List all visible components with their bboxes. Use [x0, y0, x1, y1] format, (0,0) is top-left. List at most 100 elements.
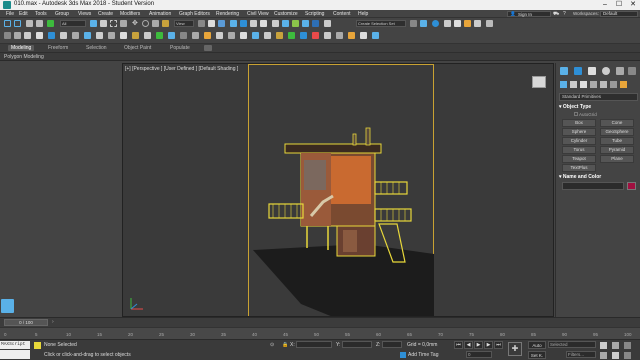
menu-create[interactable]: Create: [98, 11, 113, 17]
material-editor-icon[interactable]: [432, 20, 439, 27]
window-crossing-icon[interactable]: [120, 20, 127, 27]
menu-civil-view[interactable]: Civil View: [247, 11, 269, 17]
extra-tool-3-icon[interactable]: [228, 32, 235, 39]
perspective-viewport[interactable]: [+] [Perspective ] [User Defined ] [Defa…: [122, 63, 554, 317]
primitive-type-dropdown[interactable]: Standard Primitives: [559, 93, 638, 101]
y-coordinate-field[interactable]: [342, 341, 372, 348]
render-production-icon[interactable]: [464, 20, 471, 27]
plane-button[interactable]: Plane: [600, 155, 634, 163]
tab-object-paint[interactable]: Object Paint: [124, 45, 151, 51]
extra-tool-9-icon[interactable]: [300, 32, 307, 39]
house-model[interactable]: [123, 64, 554, 317]
tab-populate[interactable]: Populate: [170, 45, 190, 51]
selection-set-dropdown[interactable]: Create Selection Set: [356, 20, 406, 27]
render-in-cloud-icon[interactable]: [474, 20, 481, 27]
sphere-button[interactable]: Sphere: [562, 128, 596, 136]
extra-tool-11-icon[interactable]: [324, 32, 331, 39]
close-button[interactable]: ✕: [626, 0, 640, 10]
add-time-tag-button[interactable]: Add Time Tag: [408, 352, 438, 358]
select-manipulate-icon[interactable]: [208, 20, 215, 27]
field-of-view-icon[interactable]: [600, 352, 607, 359]
extra-tool-15-icon[interactable]: [372, 32, 379, 39]
render-setup-icon[interactable]: [444, 20, 451, 27]
rectangular-selection-icon[interactable]: [110, 20, 117, 27]
geosphere-button[interactable]: GeoSphere: [600, 128, 634, 136]
freeform-icon[interactable]: [108, 32, 115, 39]
viewcube[interactable]: [532, 76, 546, 88]
camera-icon[interactable]: [48, 32, 55, 39]
orbit-icon[interactable]: [624, 352, 631, 359]
extra-tool-5-icon[interactable]: [252, 32, 259, 39]
cylinder-snap-icon[interactable]: [24, 32, 31, 39]
extra-tool-icon[interactable]: [192, 32, 199, 39]
menu-views[interactable]: Views: [78, 11, 91, 17]
extra-tool-7-icon[interactable]: [276, 32, 283, 39]
torus-button[interactable]: Torus: [562, 146, 596, 154]
viewport-layout-icon[interactable]: [1, 299, 14, 313]
scale-icon[interactable]: [152, 20, 159, 27]
place-icon[interactable]: [162, 20, 169, 27]
menu-animation[interactable]: Animation: [149, 11, 171, 17]
object-name-field[interactable]: [562, 182, 624, 190]
tube-button[interactable]: Tube: [600, 137, 634, 145]
teapot-button[interactable]: Teapot: [562, 155, 596, 163]
mesh-icon[interactable]: [4, 32, 11, 39]
selection-filter-dropdown[interactable]: All: [60, 20, 86, 27]
polygon-modeling-label[interactable]: Polygon Modeling: [4, 54, 44, 60]
spinner-snap-icon[interactable]: [260, 20, 267, 27]
tab-selection[interactable]: Selection: [86, 45, 107, 51]
extra-tool-2-icon[interactable]: [216, 32, 223, 39]
light-icon[interactable]: [36, 32, 43, 39]
unlink-icon[interactable]: [36, 20, 43, 27]
extra-tool-13-icon[interactable]: [348, 32, 355, 39]
current-frame-field[interactable]: 0: [466, 351, 492, 358]
z-coordinate-field[interactable]: [382, 341, 402, 348]
next-frame-icon[interactable]: ›: [52, 319, 54, 325]
graphite-icon[interactable]: [96, 32, 103, 39]
modify-tab-icon[interactable]: [574, 67, 582, 75]
cart-icon[interactable]: ⛟: [553, 11, 559, 18]
select-link-icon[interactable]: [26, 20, 33, 27]
keyboard-shortcut-icon[interactable]: [218, 20, 225, 27]
crowd-icon[interactable]: [168, 32, 175, 39]
zoom-all-icon[interactable]: [612, 342, 619, 349]
select-by-name-icon[interactable]: [100, 20, 107, 27]
align-icon[interactable]: [292, 20, 299, 27]
lights-category-icon[interactable]: [580, 81, 587, 88]
extra-tool-14-icon[interactable]: [360, 32, 367, 39]
bind-space-warp-icon[interactable]: [47, 20, 54, 27]
object-color-swatch[interactable]: [627, 182, 636, 190]
create-tab-icon[interactable]: [560, 67, 568, 75]
menu-tools[interactable]: Tools: [35, 11, 47, 17]
workspace-dropdown[interactable]: Default: [600, 11, 638, 17]
menu-scripting[interactable]: Scripting: [305, 11, 324, 17]
plugin-icon[interactable]: [204, 32, 211, 39]
sign-in-dropdown[interactable]: 👤 Sign In: [507, 11, 551, 17]
utilities-tab-icon[interactable]: [628, 67, 636, 75]
minimize-button[interactable]: –: [598, 0, 612, 10]
extra-tool-8-icon[interactable]: [288, 32, 295, 39]
zoom-extents-icon[interactable]: [624, 342, 631, 349]
key-mode-icon[interactable]: ✚: [508, 342, 522, 356]
systems-icon[interactable]: [84, 32, 91, 39]
shapes-category-icon[interactable]: [570, 81, 577, 88]
ribbon-options-icon[interactable]: [204, 45, 212, 51]
pan-icon[interactable]: [612, 352, 619, 359]
helpers-category-icon[interactable]: [600, 81, 607, 88]
select-object-icon[interactable]: [90, 20, 97, 27]
toggle-layer-explorer-icon[interactable]: [312, 20, 319, 27]
toggle-ribbon-icon[interactable]: [324, 20, 331, 27]
autogrid-checkbox[interactable]: AutoGrid: [574, 112, 597, 117]
extra-tool-6-icon[interactable]: [264, 32, 271, 39]
previous-frame-icon[interactable]: ◀: [464, 341, 473, 349]
menu-graph-editors[interactable]: Graph Editors: [179, 11, 210, 17]
toggle-scene-explorer-icon[interactable]: [302, 20, 309, 27]
display-tab-icon[interactable]: [616, 67, 624, 75]
menu-file[interactable]: File: [6, 11, 14, 17]
textplus-button[interactable]: TextPlus: [562, 164, 596, 172]
space-warp-icon[interactable]: [72, 32, 79, 39]
filters-button[interactable]: Filters...: [566, 351, 596, 358]
helper-icon[interactable]: [60, 32, 67, 39]
next-frame-button-icon[interactable]: ▶: [484, 341, 493, 349]
key-filter-dropdown[interactable]: Selected: [548, 341, 596, 348]
